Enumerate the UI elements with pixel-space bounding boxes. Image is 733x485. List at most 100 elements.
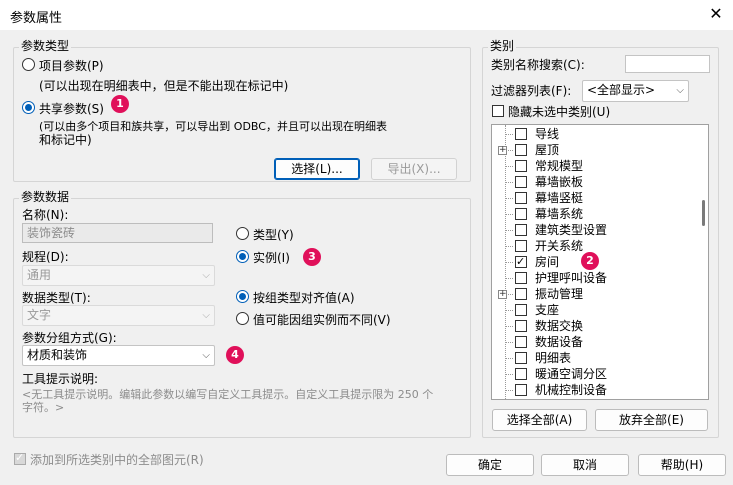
type-radio[interactable] <box>236 227 249 240</box>
tree-item-label: 屋顶 <box>535 143 560 157</box>
tooltip-text-1[interactable]: <无工具提示说明。编辑此参数以编写自定义工具提示。自定义工具提示限为 250 个 <box>22 386 433 402</box>
callout-badge-1: 1 <box>111 95 129 113</box>
param-type-legend: 参数类型 <box>19 39 72 53</box>
tree-guide <box>505 326 513 327</box>
export-button[interactable]: 导出(X)... <box>371 158 457 180</box>
datatype-value: 文字 <box>27 308 52 322</box>
tree-item-label: 机械控制设备 <box>535 383 608 397</box>
tree-item[interactable]: 幕墙嵌板 <box>492 174 688 190</box>
tree-item-label: 建筑类型设置 <box>535 223 608 237</box>
tree-item-checkbox[interactable] <box>515 224 527 236</box>
tree-item-label: 幕墙竖梃 <box>535 191 584 205</box>
tree-item-checkbox[interactable] <box>515 320 527 332</box>
select-button[interactable]: 选择(L)... <box>274 158 360 180</box>
tree-item[interactable]: 幕墙系统 <box>492 206 688 222</box>
tree-item[interactable]: 幕墙竖梃 <box>492 190 688 206</box>
tree-guide <box>505 246 513 247</box>
tree-guide <box>505 214 513 215</box>
category-search-input[interactable] <box>625 55 710 73</box>
hide-unchecked-checkbox[interactable] <box>492 105 504 117</box>
tree-guide <box>505 358 513 359</box>
tree-guide <box>505 310 513 311</box>
tree-item[interactable]: 护理呼叫设备 <box>492 270 688 286</box>
tree-guide <box>505 262 513 263</box>
instance-radio-label: 实例(I) <box>253 251 290 265</box>
name-field[interactable]: 装饰瓷砖 <box>22 223 213 243</box>
tree-item-checkbox[interactable] <box>515 368 527 380</box>
tree-item-checkbox[interactable] <box>515 128 527 140</box>
close-icon[interactable]: ✕ <box>705 3 727 25</box>
tree-item[interactable]: 支座 <box>492 302 688 318</box>
tree-guide <box>505 166 513 167</box>
tree-guide <box>505 182 513 183</box>
tree-guide <box>505 390 513 391</box>
tooltip-text-2[interactable]: 字符。> <box>22 399 64 415</box>
tree-item[interactable]: + 屋顶 <box>492 142 688 158</box>
param-data-legend: 参数数据 <box>19 190 72 204</box>
instance-radio[interactable] <box>236 250 249 263</box>
project-param-radio[interactable] <box>22 58 35 71</box>
tree-item-checkbox[interactable] <box>515 288 527 300</box>
tree-item-label: 幕墙嵌板 <box>535 175 584 189</box>
tree-item[interactable]: 暖通空调分区 <box>492 366 688 382</box>
tree-item-label: 支座 <box>535 303 560 317</box>
tree-item-checkbox[interactable] <box>515 208 527 220</box>
tree-guide <box>505 134 513 135</box>
tree-guide <box>505 198 513 199</box>
select-all-button[interactable]: 选择全部(A) <box>492 409 587 431</box>
window-title: 参数属性 <box>10 11 63 26</box>
expand-icon[interactable]: + <box>498 290 507 299</box>
vary-by-instance-radio[interactable] <box>236 312 249 325</box>
category-tree[interactable]: 导线+屋顶常规模型幕墙嵌板幕墙竖梃幕墙系统建筑类型设置开关系统房间护理呼叫设备+… <box>491 124 709 400</box>
tree-item[interactable]: 常规模型 <box>492 158 688 174</box>
tree-item[interactable]: 建筑类型设置 <box>492 222 688 238</box>
tree-guide <box>505 342 513 343</box>
tree-item-checkbox[interactable] <box>515 384 527 396</box>
datatype-label: 数据类型(T): <box>22 291 91 305</box>
shared-param-radio[interactable] <box>22 101 35 114</box>
tree-item[interactable]: + 振动管理 <box>492 286 688 302</box>
add-to-all-label: 添加到所选类别中的全部图元(R) <box>30 453 204 467</box>
discipline-label: 规程(D): <box>22 250 69 264</box>
callout-badge-4: 4 <box>226 346 244 364</box>
ok-button[interactable]: 确定 <box>446 454 534 476</box>
expand-icon[interactable]: + <box>498 146 507 155</box>
project-param-label: 项目参数(P) <box>39 59 104 73</box>
tree-item-checkbox[interactable] <box>515 192 527 204</box>
tree-item-checkbox[interactable] <box>515 336 527 348</box>
help-button[interactable]: 帮助(H) <box>638 454 726 476</box>
chevron-down-icon: ⌵ <box>202 270 210 281</box>
tree-item-checkbox[interactable] <box>515 176 527 188</box>
tree-item-checkbox[interactable] <box>515 160 527 172</box>
tree-item-checkbox[interactable] <box>515 304 527 316</box>
cancel-button[interactable]: 取消 <box>541 454 629 476</box>
tree-item[interactable]: 数据设备 <box>492 334 688 350</box>
discipline-select[interactable]: 通用 ⌵ <box>22 265 215 286</box>
add-to-all-checkbox[interactable] <box>14 451 26 465</box>
chevron-down-icon: ⌵ <box>202 310 210 321</box>
chevron-down-icon: ⌵ <box>676 85 684 96</box>
tooltip-label: 工具提示说明: <box>22 372 99 386</box>
datatype-select[interactable]: 文字 ⌵ <box>22 305 215 326</box>
tree-item-checkbox[interactable] <box>515 254 527 270</box>
hide-unchecked-label: 隐藏未选中类别(U) <box>508 105 611 119</box>
deselect-all-button[interactable]: 放弃全部(E) <box>595 409 708 431</box>
discipline-value: 通用 <box>27 268 52 282</box>
group-select[interactable]: 材质和装饰 ⌵ <box>22 345 215 366</box>
tree-item-checkbox[interactable] <box>515 352 527 364</box>
tree-item[interactable]: 导线 <box>492 126 688 142</box>
shared-param-desc-2: 和标记中) <box>39 133 92 147</box>
tree-item-checkbox[interactable] <box>515 272 527 284</box>
tree-item[interactable]: 机械控制设备 <box>492 382 688 398</box>
align-by-group-radio[interactable] <box>236 290 249 303</box>
filter-list-label: 过滤器列表(F): <box>491 84 572 98</box>
tree-item-checkbox[interactable] <box>515 240 527 252</box>
tree-item[interactable]: 明细表 <box>492 350 688 366</box>
tree-item-label: 常规模型 <box>535 159 584 173</box>
filter-list-select[interactable]: <全部显示> ⌵ <box>582 80 689 102</box>
type-radio-label: 类型(Y) <box>253 228 294 242</box>
tree-scrollbar[interactable] <box>702 200 705 226</box>
tree-item[interactable]: 数据交换 <box>492 318 688 334</box>
tree-guide <box>505 374 513 375</box>
tree-item-checkbox[interactable] <box>515 144 527 156</box>
